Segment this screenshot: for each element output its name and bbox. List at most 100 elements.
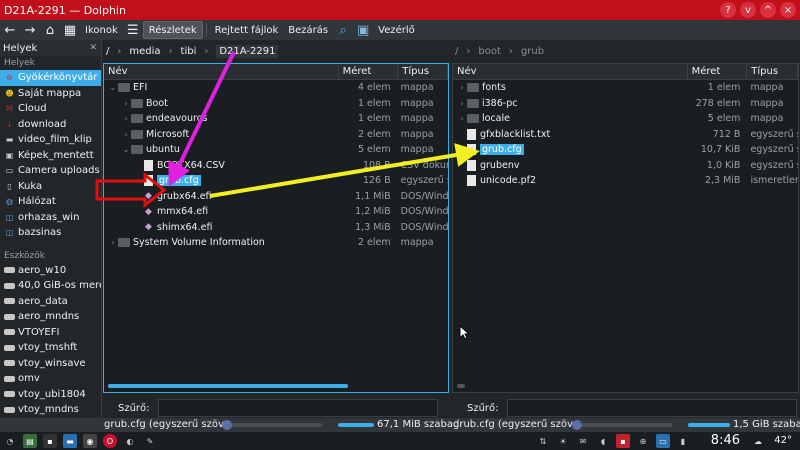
- places-item[interactable]: ↓ download: [0, 117, 101, 133]
- expand-arrow-icon[interactable]: ›: [121, 130, 131, 139]
- column-name[interactable]: Név: [104, 64, 339, 80]
- column-size[interactable]: Méret: [339, 64, 399, 80]
- forward-arrow-icon[interactable]: →: [20, 20, 40, 40]
- file-row[interactable]: BOOTX64.CSV 108 B CSV dokum: [104, 158, 448, 174]
- device-item[interactable]: vtoy_tmshft: [0, 340, 101, 356]
- places-item[interactable]: ▬ video_film_klip: [0, 132, 101, 148]
- file-row[interactable]: gfxblacklist.txt 712 B egyszerű sz: [453, 127, 798, 143]
- file-row[interactable]: › i386-pc 278 elem mappa: [453, 96, 798, 112]
- expand-arrow-icon[interactable]: ›: [121, 99, 131, 108]
- filter-input[interactable]: [157, 399, 438, 417]
- expand-arrow-icon[interactable]: ⌄: [121, 145, 131, 154]
- icons-view-button[interactable]: Ikonok: [80, 21, 123, 39]
- notification-icon[interactable]: ▪: [616, 434, 630, 448]
- file-row[interactable]: ◆ mmx64.efi 1,2 MiB DOS/Windo: [104, 204, 448, 220]
- browser-icon[interactable]: ◉: [83, 434, 97, 448]
- breadcrumb-segment[interactable]: tibi: [181, 46, 197, 57]
- places-item[interactable]: ▭ Camera uploads: [0, 163, 101, 179]
- device-item[interactable]: aero_w10: [0, 263, 101, 279]
- back-arrow-icon[interactable]: ←: [0, 20, 20, 40]
- column-name[interactable]: Név: [453, 64, 688, 80]
- file-row[interactable]: › locale 5 elem mappa: [453, 111, 798, 127]
- breadcrumb-segment[interactable]: D21A-2291: [216, 44, 279, 58]
- search-icon[interactable]: ⌕: [333, 20, 353, 40]
- expand-arrow-icon[interactable]: ›: [108, 238, 118, 247]
- file-row[interactable]: › System Volume Information 2 elem mappa: [104, 235, 448, 251]
- device-item[interactable]: VTOYEFI: [0, 325, 101, 341]
- terminal-icon[interactable]: ▣: [353, 20, 373, 40]
- places-item[interactable]: ◫ orhazas_win: [0, 210, 101, 226]
- opera-icon[interactable]: O: [103, 434, 117, 448]
- close-panel-icon[interactable]: ✕: [89, 43, 97, 53]
- places-item[interactable]: ☻ Saját mappa: [0, 86, 101, 102]
- column-type[interactable]: Típus: [398, 64, 449, 80]
- brightness-icon[interactable]: ☀: [556, 434, 570, 448]
- horizontal-scrollbar[interactable]: [457, 384, 465, 388]
- device-item[interactable]: vtoy_mndns: [0, 402, 101, 418]
- horizontal-scrollbar[interactable]: [108, 384, 348, 388]
- terminal-icon[interactable]: ▪: [43, 434, 57, 448]
- places-item[interactable]: ⊖ Gyökérkönyvtár: [0, 70, 101, 86]
- mail-icon[interactable]: ✉: [576, 434, 590, 448]
- expand-arrow-icon[interactable]: ⌄: [108, 83, 118, 92]
- home-icon[interactable]: ⌂: [40, 20, 60, 40]
- device-item[interactable]: vtoy_ubi1804: [0, 387, 101, 403]
- device-item[interactable]: 40,0 GiB-os merevl: [0, 278, 101, 294]
- file-row[interactable]: › fonts 1 elem mappa: [453, 80, 798, 96]
- places-item[interactable]: ▯ Kuka: [0, 179, 101, 195]
- file-row[interactable]: › endeavouros 1 elem mappa: [104, 111, 448, 127]
- control-menu-button[interactable]: Vezérlő: [373, 21, 420, 39]
- app-launcher-icon[interactable]: ◔: [3, 434, 17, 448]
- breadcrumb-segment[interactable]: grub: [521, 46, 544, 57]
- file-row[interactable]: ◆ shimx64.efi 1,3 MiB DOS/Windo: [104, 220, 448, 236]
- places-item[interactable]: ▣ Képek_mentett: [0, 148, 101, 164]
- breadcrumb-segment[interactable]: /: [455, 46, 458, 57]
- file-row[interactable]: ⌄ ubuntu 5 elem mappa: [104, 142, 448, 158]
- file-manager-icon[interactable]: ▬: [63, 434, 77, 448]
- network-icon[interactable]: ⇅: [536, 434, 550, 448]
- media-player-icon[interactable]: ◐: [123, 434, 137, 448]
- device-item[interactable]: aero_mndns: [0, 309, 101, 325]
- column-type[interactable]: Típus: [747, 64, 798, 80]
- file-view[interactable]: Név Méret Típus ⌄ EFI 4 elem mappa › Boot 1 el…: [103, 63, 449, 393]
- file-row[interactable]: unicode.pf2 2,3 MiB ismeretlen: [453, 173, 798, 189]
- zoom-slider-knob[interactable]: [572, 420, 582, 430]
- expand-arrow-icon[interactable]: ›: [121, 114, 131, 123]
- clock[interactable]: 8:46: [711, 433, 740, 448]
- device-item[interactable]: vtoy_winsave: [0, 356, 101, 372]
- places-item[interactable]: M Cloud: [0, 101, 101, 117]
- breadcrumb-segment[interactable]: media: [129, 46, 160, 57]
- zoom-slider[interactable]: [582, 423, 672, 427]
- zoom-slider[interactable]: [232, 423, 322, 427]
- help-button[interactable]: ?: [720, 2, 736, 18]
- close-button[interactable]: ×: [780, 2, 796, 18]
- battery-icon[interactable]: ▮: [676, 434, 690, 448]
- minimize-button[interactable]: v: [740, 2, 756, 18]
- zoom-slider-knob[interactable]: [222, 420, 232, 430]
- details-view-icon[interactable]: ☰: [123, 20, 143, 40]
- filter-input[interactable]: [506, 399, 797, 417]
- volume-icon[interactable]: ◖: [596, 434, 610, 448]
- expand-arrow-icon[interactable]: ›: [457, 114, 467, 123]
- file-row[interactable]: grubenv 1,0 KiB egyszerű sz: [453, 158, 798, 174]
- hidden-files-button[interactable]: Rejtett fájlok: [210, 21, 284, 39]
- file-row[interactable]: grub.cfg 10,7 KiB egyszerű sz: [453, 142, 798, 158]
- device-item[interactable]: omv: [0, 371, 101, 387]
- breadcrumb-segment[interactable]: boot: [478, 46, 501, 57]
- icons-view-icon[interactable]: ▦: [60, 20, 80, 40]
- expand-arrow-icon[interactable]: ›: [457, 99, 467, 108]
- places-item[interactable]: ◍ Hálózat: [0, 194, 101, 210]
- file-row[interactable]: › Microsoft 2 elem mappa: [104, 127, 448, 143]
- display-icon[interactable]: ▭: [656, 434, 670, 448]
- places-item[interactable]: ◫ bazsinas: [0, 225, 101, 241]
- maximize-button[interactable]: ^: [760, 2, 776, 18]
- details-view-button[interactable]: Részletek: [142, 21, 203, 39]
- breadcrumb-segment[interactable]: /: [106, 46, 109, 57]
- system-monitor-icon[interactable]: ▤: [23, 434, 37, 448]
- file-row[interactable]: › Boot 1 elem mappa: [104, 96, 448, 112]
- close-split-button[interactable]: Bezárás: [283, 21, 333, 39]
- expand-arrow-icon[interactable]: ›: [457, 83, 467, 92]
- device-item[interactable]: aero_data: [0, 294, 101, 310]
- column-size[interactable]: Méret: [688, 64, 748, 80]
- text-editor-icon[interactable]: ✎: [143, 434, 157, 448]
